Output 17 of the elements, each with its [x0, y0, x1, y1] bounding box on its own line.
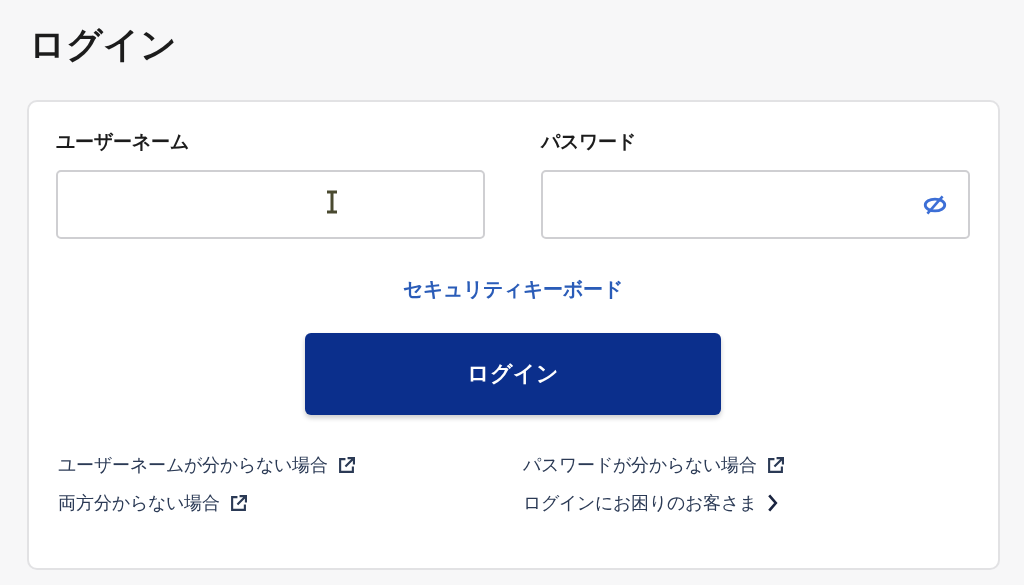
login-button[interactable]: ログイン: [305, 333, 721, 415]
hidden-eye-icon[interactable]: [922, 193, 948, 216]
field-label: ユーザーネーム: [56, 129, 189, 154]
text-cursor-icon: [326, 189, 338, 215]
help-link[interactable]: 両方分からない場合: [58, 489, 247, 517]
field-label: パスワード: [541, 129, 636, 154]
password-field[interactable]: [541, 170, 970, 239]
page-title: ログイン: [29, 23, 178, 67]
external-link-icon: [338, 456, 355, 474]
help-link[interactable]: ユーザーネームが分からない場合: [58, 451, 355, 479]
external-link-icon: [767, 456, 784, 474]
external-link-icon: [230, 494, 247, 512]
help-link[interactable]: パスワードが分からない場合: [523, 451, 784, 479]
chevron-right-icon: [767, 494, 778, 512]
help-link[interactable]: ログインにお困りのお客さま: [523, 489, 778, 517]
security-keyboard-link[interactable]: セキュリティキーボード: [403, 275, 623, 303]
username-field[interactable]: [56, 170, 485, 239]
